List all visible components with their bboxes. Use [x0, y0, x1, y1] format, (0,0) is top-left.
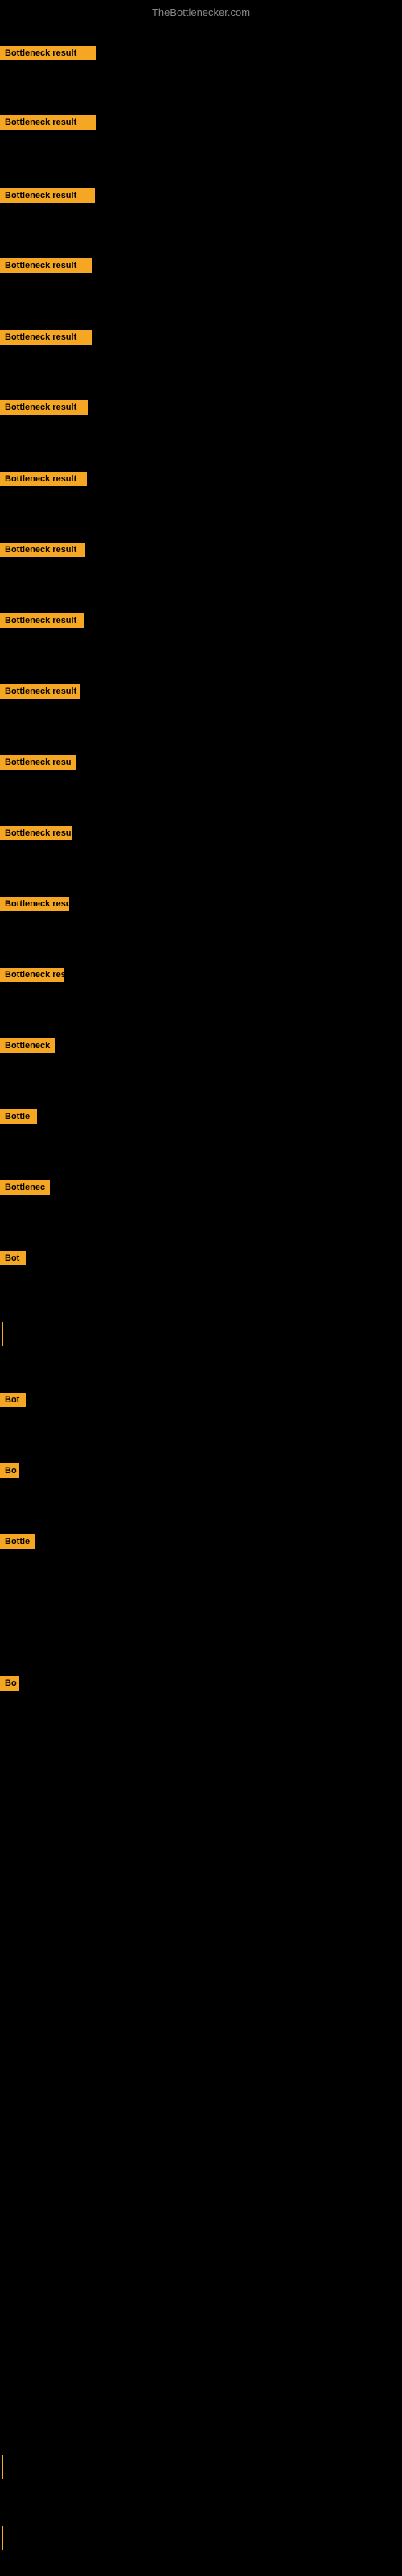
bottleneck-badge-23: Bo [0, 1676, 19, 1690]
bottleneck-badge-13: Bottleneck res [0, 968, 64, 982]
bottleneck-badge-17: Bot [0, 1251, 26, 1265]
bottleneck-badge-15: Bottle [0, 1109, 37, 1124]
bottleneck-badge-21: Bottle [0, 1534, 35, 1549]
site-title: TheBottlenecker.com [0, 6, 402, 19]
vertical-line-18 [2, 1322, 3, 1346]
bottleneck-badge-0: Bottleneck result [0, 46, 96, 60]
bottleneck-badge-3: Bottleneck result [0, 258, 92, 273]
bottleneck-badge-9: Bottleneck result [0, 684, 80, 699]
bottleneck-badge-10: Bottleneck resu [0, 755, 76, 770]
bottleneck-badge-1: Bottleneck result [0, 115, 96, 130]
bottleneck-badge-14: Bottleneck [0, 1038, 55, 1053]
bottleneck-badge-11: Bottleneck resu [0, 826, 72, 840]
bottleneck-badge-19: Bot [0, 1393, 26, 1407]
bottleneck-badge-6: Bottleneck result [0, 472, 87, 486]
bottleneck-badge-4: Bottleneck result [0, 330, 92, 345]
vertical-line-35 [2, 2526, 3, 2550]
vertical-line-34 [2, 2455, 3, 2479]
bottleneck-badge-5: Bottleneck result [0, 400, 88, 415]
bottleneck-badge-8: Bottleneck result [0, 613, 84, 628]
bottleneck-badge-12: Bottleneck resu [0, 897, 69, 911]
bottleneck-badge-16: Bottlenec [0, 1180, 50, 1195]
bottleneck-badge-20: Bo [0, 1463, 19, 1478]
bottleneck-badge-7: Bottleneck result [0, 543, 85, 557]
bottleneck-badge-2: Bottleneck result [0, 188, 95, 203]
